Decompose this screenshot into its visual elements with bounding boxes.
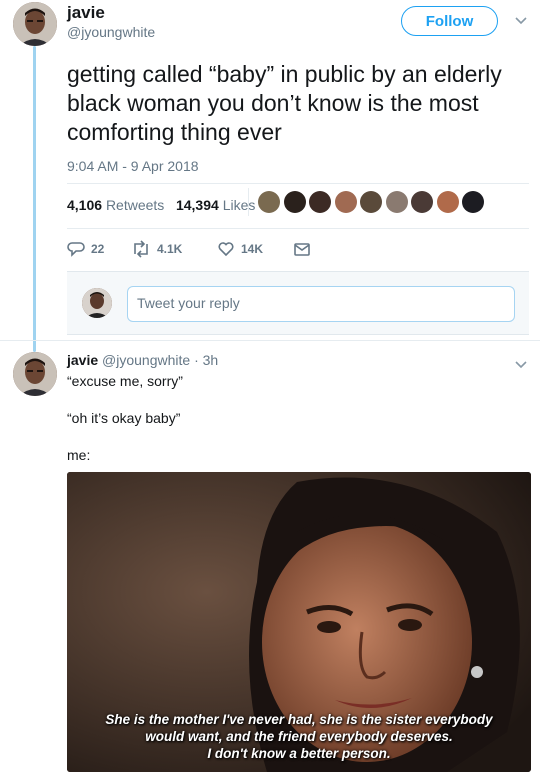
tweet-actions: 22 4.1K 14K [67,240,311,258]
liker-avatar[interactable] [385,191,408,213]
current-user-avatar [82,288,112,318]
liker-avatar[interactable] [360,191,382,213]
reply-header: javie @jyoungwhite · 3h [67,352,218,368]
chevron-down-icon[interactable] [515,14,527,28]
follow-button[interactable]: Follow [401,6,498,36]
retweets-label[interactable]: Retweets [106,197,164,213]
tweet-text: getting called “baby” in public by an el… [67,61,502,145]
reply-icon [67,242,85,257]
reply-text-line: “oh it’s okay baby” [67,410,181,426]
author-handle[interactable]: @jyoungwhite [67,24,155,40]
reply-text-line: me: [67,447,91,463]
liker-avatar[interactable] [411,191,433,213]
like-count: 14K [241,242,264,256]
retweet-icon [134,240,148,258]
likes-count[interactable]: 14,394 [176,197,219,213]
reply-count: 22 [91,242,105,256]
tweet-stats: 4,106 Retweets 14,394 Likes [67,197,255,213]
reply-meta[interactable]: @jyoungwhite · 3h [102,352,218,368]
chevron-down-icon[interactable] [515,358,527,372]
direct-message-icon [294,243,310,256]
reply-button[interactable]: 22 [67,240,131,258]
likes-label[interactable]: Likes [223,197,256,213]
meme-caption-line: I don't know a better person. [207,746,391,761]
liker-avatar[interactable] [334,191,357,213]
like-button[interactable]: 14K [217,240,293,258]
liker-avatar[interactable] [309,191,331,213]
meme-image[interactable]: She is the mother I've never had, she is… [67,472,531,772]
direct-message-button[interactable] [293,240,311,258]
meme-caption-line: She is the mother I've never had, she is… [105,712,493,727]
liker-avatar[interactable] [258,191,280,213]
author-name[interactable]: javie [67,3,105,23]
reply-text-line: “excuse me, sorry” [67,373,183,389]
reply-author-name[interactable]: javie [67,352,98,368]
reply-author-avatar[interactable] [13,352,57,396]
tweet-timestamp[interactable]: 9:04 AM - 9 Apr 2018 [67,158,199,174]
meme-caption-line: would want, and the friend everybody des… [145,729,453,744]
author-avatar[interactable] [13,2,57,46]
divider [67,183,529,184]
retweets-count[interactable]: 4,106 [67,197,102,213]
divider [67,228,529,229]
liker-avatar[interactable] [436,191,459,213]
reply-input[interactable]: Tweet your reply [127,286,515,322]
thread-connector-line [33,46,36,352]
stats-separator [248,188,249,216]
liker-avatars [258,191,488,213]
divider [0,340,540,341]
liker-avatar[interactable] [283,191,306,213]
like-icon [218,242,234,257]
retweet-button[interactable]: 4.1K [131,240,217,258]
liker-avatar[interactable] [462,191,484,213]
retweet-count: 4.1K [157,242,183,256]
